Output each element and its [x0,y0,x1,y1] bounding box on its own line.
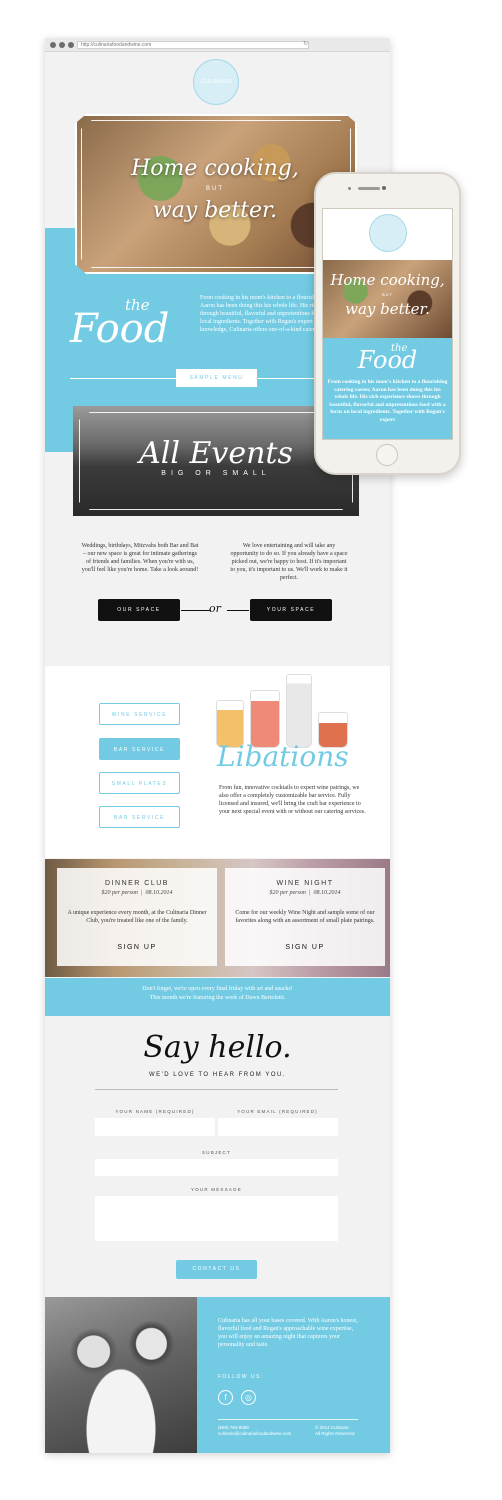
footer-copyright: © 2014 Culinaria [315,1425,349,1430]
maximize-window-dot[interactable] [68,42,74,48]
notice-line-2: This month we're featuring the work of D… [149,995,286,1001]
dinner-club-signup-link[interactable]: SIGN UP [57,944,217,951]
notice-line-1: Don't forget, we're open every final fri… [142,986,293,992]
wine-night-text: Come for our weekly Wine Night and sampl… [235,910,375,924]
phone-camera [382,186,386,190]
phone-logo[interactable] [369,214,407,252]
our-space-button[interactable]: OUR SPACE [98,599,180,621]
footer-rights: All Rights Reserved [315,1431,355,1436]
brand-logo[interactable]: CULINARIA [193,59,239,105]
footer-phone[interactable]: (555) 784-8989 [218,1425,249,1430]
footer-email[interactable]: culinaria@culinariafoodandwine.com [218,1431,291,1436]
sample-menu-button[interactable]: SAMPLE MENU [176,369,257,387]
close-window-dot[interactable] [50,42,56,48]
wine-night-title: WINE NIGHT [276,880,334,887]
subject-field[interactable] [95,1159,338,1176]
phone-hero-headline-2: BUT [382,292,393,297]
events-subtitle: BIG OR SMALL [161,470,271,477]
dinner-club-text: A unique experience every month, at the … [67,910,207,924]
wine-night-card: WINE NIGHT $20 per person | 08.10.2014 C… [225,868,385,966]
minimize-window-dot[interactable] [59,42,65,48]
wine-service-button[interactable]: WINE SERVICE [99,703,180,725]
bar-service-button[interactable]: BAR SERVICE [99,738,180,760]
follow-us-label: FOLLOW US: [218,1374,264,1380]
name-label: YOUR NAME (REQUIRED) [115,1109,195,1114]
wine-night-date: 08.10.2014 [313,890,341,896]
bar-service-button-2[interactable]: BAR SERVICE [99,806,180,828]
small-plates-button[interactable]: SMALL PLATES [99,772,180,794]
phone-food-text: From cooking in his mom's kitchen to a f… [327,379,448,423]
url-bar[interactable]: http://culinariafoodandwine.com [77,41,309,49]
dinner-club-date: 08.10.2014 [145,890,173,896]
libations-description: From fun, innovative cocktails to expert… [219,785,366,815]
facebook-icon[interactable]: f [218,1390,233,1405]
email-label: YOUR EMAIL (REQUIRED) [237,1109,318,1114]
clear-drink-glass [286,674,312,748]
contact-title: Say hello. [143,1030,292,1065]
subject-label: SUBJECT [202,1150,231,1155]
wine-night-price: $20 per person [269,890,306,896]
dinner-club-meta: $20 per person | 08.10.2014 [101,890,173,896]
email-field[interactable] [218,1118,338,1136]
contact-subtitle: WE'D LOVE TO HEAR FROM YOU. [149,1072,286,1078]
logo-text: CULINARIA [201,79,233,85]
events-right-text: We love entertaining and will take any o… [230,543,348,581]
name-field[interactable] [95,1118,215,1136]
phone-hero-headline-3: way better. [345,300,430,318]
hero-headline-1: Home cooking, [131,156,299,181]
cocktails-photo [210,650,380,748]
footer-divider [218,1419,358,1420]
wine-night-meta: $20 per person | 08.10.2014 [269,890,341,896]
or-text: or [209,602,221,615]
instagram-icon[interactable]: ◎ [241,1390,256,1405]
hero-headline-3: way better. [152,198,278,223]
food-title: Food [70,306,170,352]
reload-icon[interactable]: ↻ [303,40,308,47]
owners-photo [45,1297,197,1453]
hero-headline-2: BUT [206,186,224,192]
dinner-club-card: DINNER CLUB $20 per person | 08.10.2014 … [57,868,217,966]
dinner-club-title: DINNER CLUB [105,880,169,887]
dinner-club-price: $20 per person [101,890,138,896]
footer-description: Culinaria has all your bases covered. Wi… [218,1318,358,1348]
message-label: YOUR MESSAGE [191,1187,242,1192]
events-left-text: Weddings, birthdays, Mitzvahs both Bar a… [81,543,199,573]
phone-speaker [358,187,380,190]
or-divider-left [181,610,211,611]
contact-us-button[interactable]: CONTACT US [176,1260,257,1279]
contact-divider [95,1089,338,1090]
phone-hero-headline-1: Home cooking, [330,271,445,289]
phone-food-title: Food [357,346,418,374]
your-space-button[interactable]: YOUR SPACE [250,599,332,621]
phone-sensor [348,187,351,190]
browser-chrome: http://culinariafoodandwine.com ↻ [45,38,390,52]
hero-frame [81,120,351,268]
or-divider-right [227,610,249,611]
libations-title: Libations [217,740,349,773]
wine-night-signup-link[interactable]: SIGN UP [225,944,385,951]
phone-home-button[interactable] [376,444,398,466]
message-field[interactable] [95,1196,338,1241]
